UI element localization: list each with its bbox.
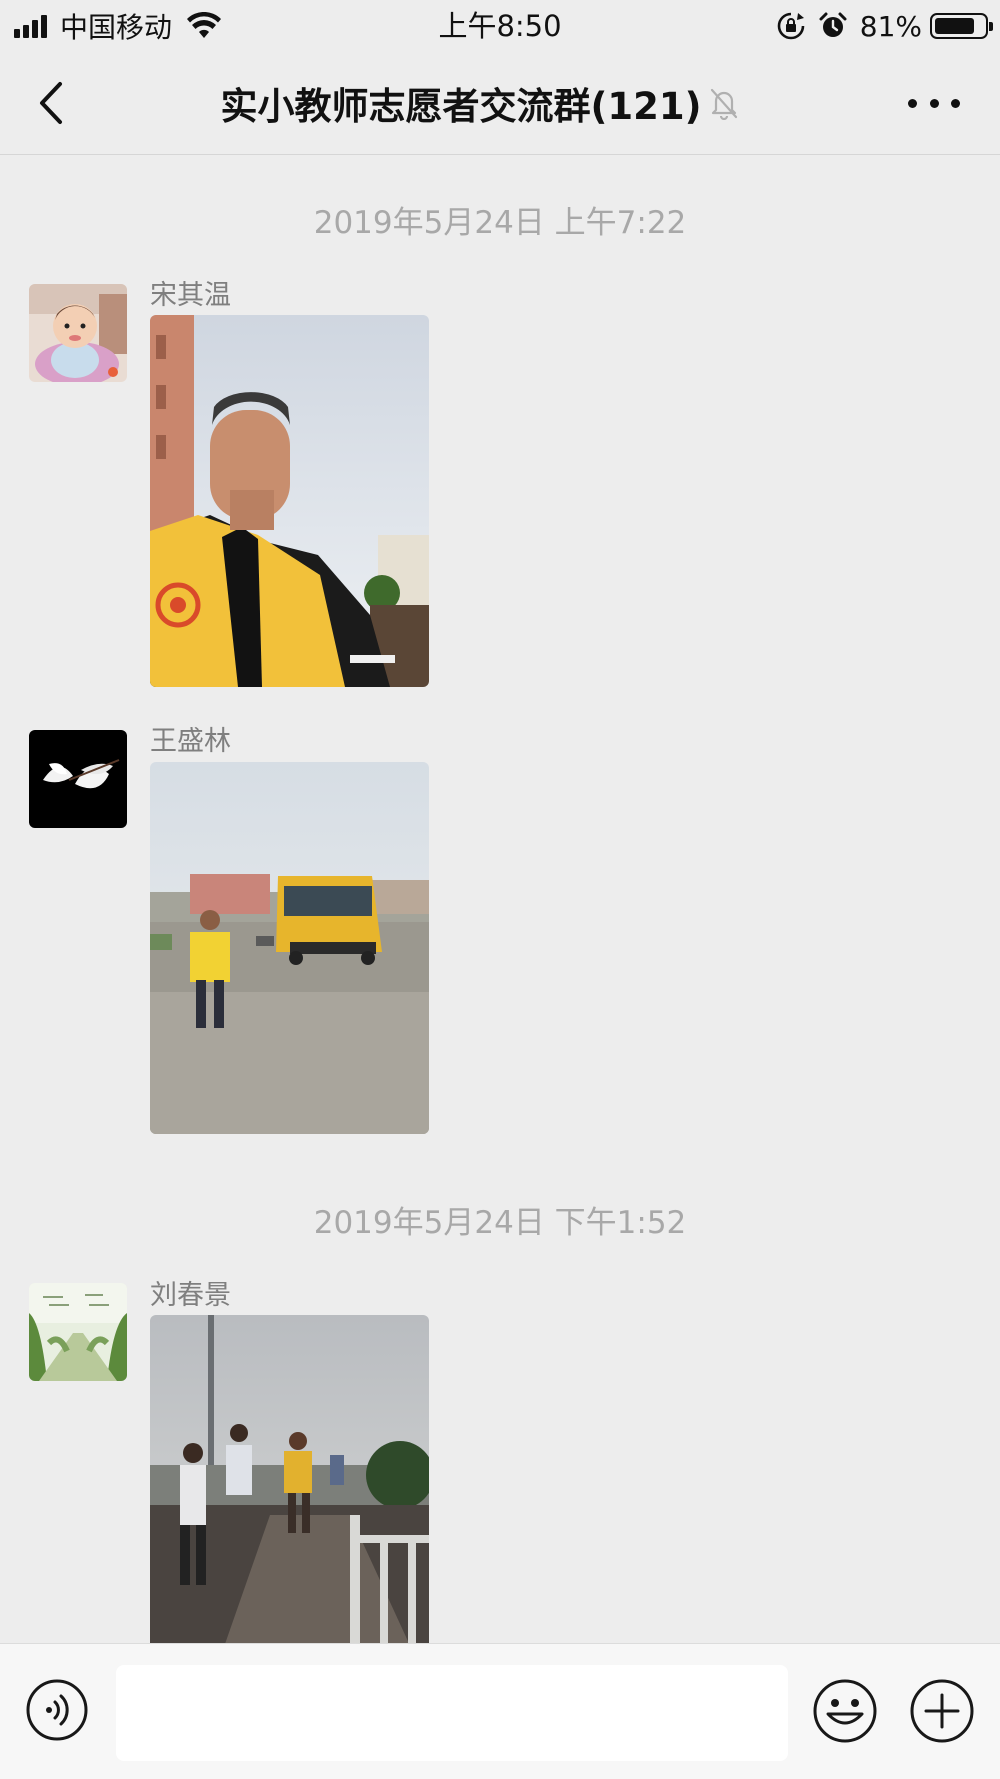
plus-circle-icon[interactable]: [909, 1678, 975, 1744]
sender-name: 刘春景: [150, 1280, 231, 1311]
rotation-lock-icon: [777, 12, 805, 40]
chat-title: 实小教师志愿者交流群(121): [220, 85, 702, 128]
image-message[interactable]: [150, 315, 429, 687]
battery-percent: 81%: [859, 9, 922, 43]
avatar[interactable]: [29, 730, 127, 828]
voice-icon[interactable]: [25, 1678, 89, 1742]
nav-bar: 实小教师志愿者交流群(121): [0, 52, 1000, 155]
alarm-icon: [819, 12, 847, 37]
status-bar: 中国移动 上午8:50 81%: [0, 0, 1000, 52]
chat-area[interactable]: 2019年5月24日 上午7:22 宋其温 王盛林 2019年5月24日 下午1…: [0, 155, 1000, 1643]
battery-fill: [935, 18, 974, 34]
battery-icon: [930, 13, 993, 39]
message-input[interactable]: [116, 1665, 788, 1761]
avatar[interactable]: [29, 284, 127, 382]
back-chevron-icon[interactable]: [30, 76, 74, 130]
emoji-icon[interactable]: [812, 1678, 878, 1744]
message-timestamp: 2019年5月24日 下午1:52: [313, 1205, 687, 1241]
bell-off-icon: [710, 88, 737, 120]
avatar[interactable]: [29, 1283, 127, 1381]
nav-title-wrap: 实小教师志愿者交流群(121): [0, 52, 1000, 154]
image-message[interactable]: [150, 762, 429, 1134]
sender-name: 宋其温: [150, 280, 231, 311]
image-message[interactable]: [150, 1315, 429, 1643]
message-timestamp: 2019年5月24日 上午7:22: [313, 205, 687, 241]
status-right: 81%: [776, 6, 993, 46]
sender-name: 王盛林: [150, 726, 231, 757]
more-dots-icon[interactable]: [908, 88, 960, 118]
input-bar: [0, 1643, 1000, 1779]
